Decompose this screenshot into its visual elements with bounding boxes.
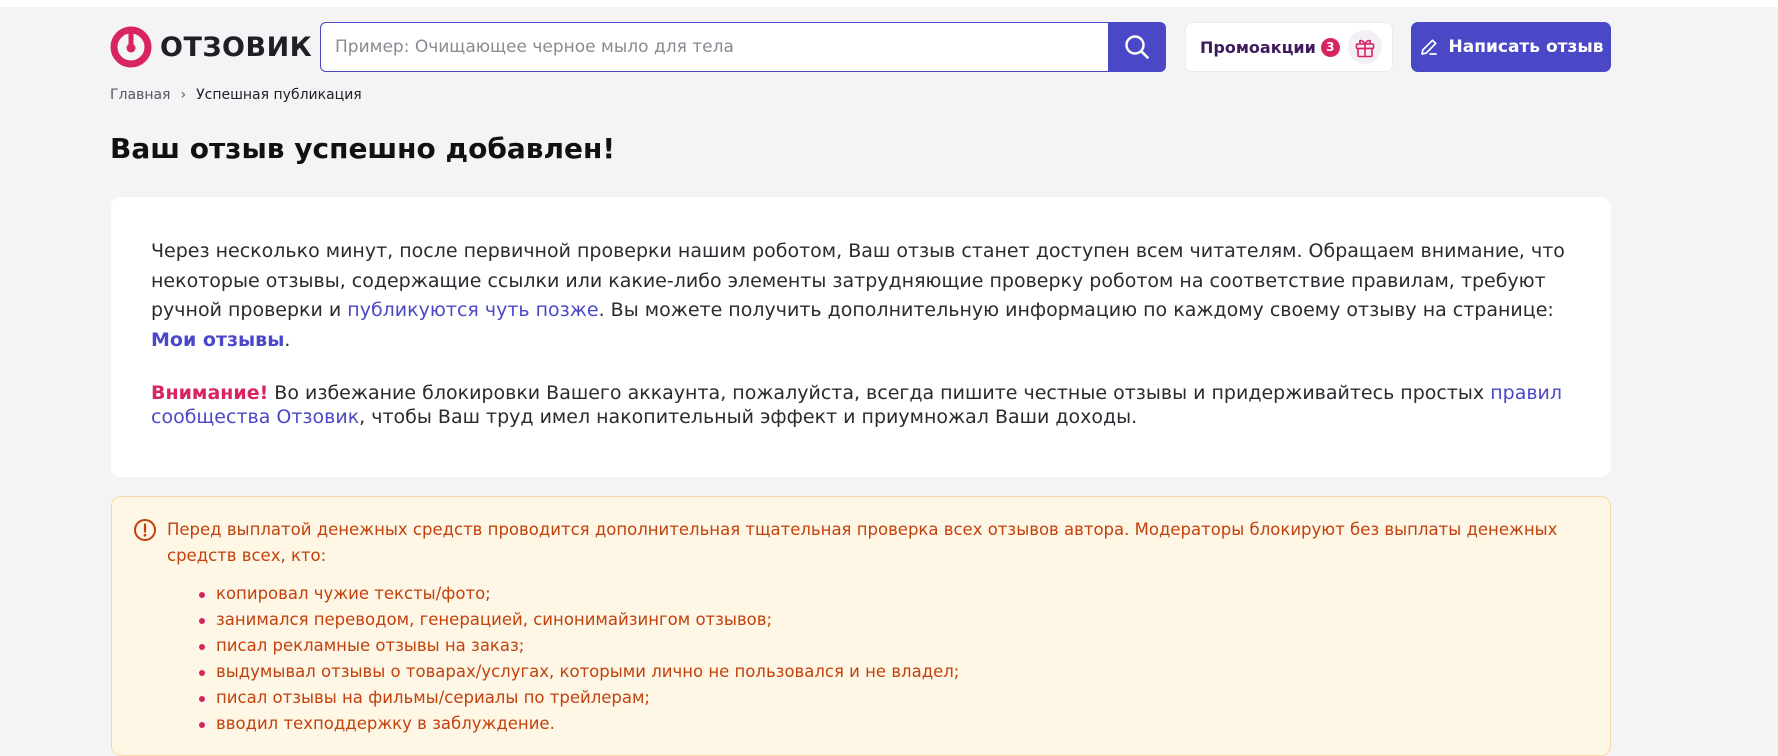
promo-label: Промоакции bbox=[1200, 37, 1316, 57]
list-item: занимался переводом, генерацией, синоним… bbox=[198, 607, 959, 633]
top-strip bbox=[0, 0, 1778, 7]
info-period: . bbox=[284, 328, 291, 351]
write-review-button[interactable]: Написать отзыв bbox=[1411, 22, 1611, 72]
info-text-cont: . Вы можете получить дополнительную инфо… bbox=[598, 299, 1554, 321]
promo-count-badge: 3 bbox=[1320, 37, 1340, 57]
info-card: Через несколько минут, после первичной п… bbox=[111, 197, 1611, 477]
list-item: писал рекламные отзывы на заказ; bbox=[198, 633, 959, 659]
published-later-link[interactable]: публикуются чуть позже bbox=[347, 299, 598, 321]
alert-intro: Перед выплатой денежных средств проводит… bbox=[167, 520, 1558, 565]
search-input[interactable] bbox=[320, 22, 1108, 72]
warning-label: Внимание! bbox=[151, 382, 269, 404]
my-reviews-link[interactable]: Мои отзывы bbox=[151, 329, 284, 351]
list-item: писал отзывы на фильмы/сериалы по трейле… bbox=[198, 685, 959, 711]
breadcrumb: Главная › Успешная публикация bbox=[110, 87, 362, 103]
logo-mark-icon bbox=[110, 26, 152, 68]
list-item: вводил техподдержку в заблуждение. bbox=[198, 711, 959, 737]
breadcrumb-separator: › bbox=[180, 87, 187, 103]
alert-circle-icon bbox=[134, 519, 156, 541]
breadcrumb-current: Успешная публикация bbox=[196, 87, 362, 103]
logo-text: ОТЗОВИК bbox=[160, 31, 313, 63]
page-title: Ваш отзыв успешно добавлен! bbox=[110, 132, 616, 165]
info-paragraph: Через несколько минут, после первичной п… bbox=[151, 237, 1571, 355]
list-item: копировал чужие тексты/фото; bbox=[198, 581, 959, 607]
promo-button[interactable]: Промоакции 3 bbox=[1185, 22, 1393, 72]
search-button[interactable] bbox=[1108, 22, 1166, 72]
warning-text-end: , чтобы Ваш труд имел накопительный эффе… bbox=[359, 406, 1138, 428]
site-logo[interactable]: ОТЗОВИК bbox=[110, 26, 312, 68]
pencil-icon bbox=[1420, 39, 1437, 55]
breadcrumb-home-link[interactable]: Главная bbox=[110, 87, 170, 103]
alert-list: копировал чужие тексты/фото; занимался п… bbox=[182, 581, 959, 737]
list-item: выдумывал отзывы о товарах/услугах, кото… bbox=[198, 659, 959, 685]
write-review-label: Написать отзыв bbox=[1448, 37, 1604, 57]
warning-text: Во избежание блокировки Вашего аккаунта,… bbox=[268, 382, 1491, 404]
gift-icon bbox=[1347, 30, 1382, 64]
warning-paragraph: Внимание! Во избежание блокировки Вашего… bbox=[151, 381, 1571, 429]
payout-alert: Перед выплатой денежных средств проводит… bbox=[111, 496, 1611, 756]
search-icon bbox=[1125, 35, 1149, 59]
search-bar bbox=[320, 22, 1166, 72]
